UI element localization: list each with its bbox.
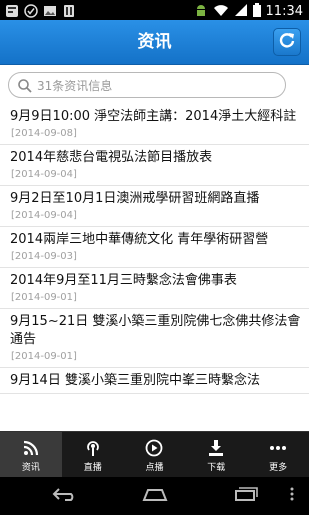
news-item[interactable]: 2014兩岸三地中華傳統文化 青年學術研習營 [2014-09-03] — [0, 227, 309, 268]
page-title: 资讯 — [137, 32, 172, 52]
news-date: [2014-09-03] — [11, 251, 77, 262]
tab-label: 点播 — [145, 463, 164, 473]
rss-icon — [21, 438, 41, 458]
news-date: [2014-09-01] — [11, 292, 77, 303]
back-button[interactable] — [48, 485, 82, 507]
tab-live[interactable]: 直播 — [62, 432, 124, 477]
news-item[interactable]: 9月9日10:00 淨空法師主講：2014淨土大經科註 [2014-09-08] — [0, 104, 309, 145]
gallery-icon — [43, 3, 57, 17]
refresh-button[interactable] — [273, 28, 301, 56]
news-title: 9月15~21日 雙溪小築三重別院佛七念佛共修法會通告 — [10, 314, 301, 347]
news-date: [2014-09-04] — [11, 169, 77, 180]
news-item[interactable]: 2014年慈悲台電視弘法節目播放表 [2014-09-04] — [0, 145, 309, 186]
tab-label: 更多 — [269, 463, 288, 473]
tab-news[interactable]: 资讯 — [0, 432, 62, 477]
tab-download[interactable]: 下载 — [185, 432, 247, 477]
wifi-icon — [213, 2, 229, 21]
news-item[interactable]: 9月15~21日 雙溪小築三重別院佛七念佛共修法會通告 [2014-09-01] — [0, 309, 309, 368]
home-button[interactable] — [138, 485, 172, 507]
status-bar-left — [5, 3, 76, 18]
tab-label: 下载 — [207, 463, 226, 473]
news-title: 2014年9月至11月三時繫念法會佛事表 — [10, 273, 237, 288]
search-input[interactable] — [37, 76, 277, 96]
check-circle-icon — [24, 3, 38, 18]
menu-button[interactable] — [282, 485, 302, 507]
news-date: [2014-09-01] — [11, 351, 77, 362]
android-icon — [194, 2, 208, 21]
news-title: 9月9日10:00 淨空法師主講：2014淨土大經科註 — [10, 109, 297, 124]
tab-label: 资讯 — [21, 463, 40, 473]
news-date: [2014-09-08] — [11, 128, 77, 139]
news-title: 2014年慈悲台電視弘法節目播放表 — [10, 150, 213, 165]
news-title: 9月14日 雙溪小築三重別院中峯三時繫念法 — [10, 373, 260, 388]
status-time: 11:34 — [265, 3, 303, 19]
search-bar — [0, 66, 309, 104]
signal-icon — [234, 2, 248, 21]
tab-more[interactable]: 更多 — [247, 432, 309, 477]
notification-icon — [5, 3, 19, 17]
tab-label: 直播 — [83, 463, 102, 473]
recents-button[interactable] — [228, 485, 262, 507]
news-list: 9月9日10:00 淨空法師主講：2014淨土大經科註 [2014-09-08] 2… — [0, 104, 309, 431]
news-item[interactable]: 2014年9月至11月三時繫念法會佛事表 [2014-09-01] — [0, 268, 309, 309]
broadcast-icon — [83, 438, 103, 458]
news-date: [2014-09-04] — [11, 210, 77, 221]
home-icon — [140, 486, 170, 506]
tab-on-demand[interactable]: 点播 — [124, 432, 186, 477]
play-icon — [144, 438, 164, 458]
status-bar-right: 11:34 — [194, 2, 303, 21]
recents-icon — [231, 486, 259, 506]
android-icon — [62, 3, 76, 17]
search-box[interactable] — [8, 72, 286, 98]
news-title: 9月2日至10月1日澳洲戒學研習班網路直播 — [10, 191, 260, 206]
app-header: 资讯 — [0, 20, 309, 65]
news-item[interactable]: 9月14日 雙溪小築三重別院中峯三時繫念法 — [0, 368, 309, 394]
more-icon — [268, 438, 288, 458]
battery-icon — [252, 2, 261, 21]
status-bar: 11:34 — [0, 0, 309, 20]
overflow-menu-icon — [289, 486, 295, 506]
news-title: 2014兩岸三地中華傳統文化 青年學術研習營 — [10, 232, 269, 247]
news-item[interactable]: 9月2日至10月1日澳洲戒學研習班網路直播 [2014-09-04] — [0, 186, 309, 227]
download-icon — [206, 438, 226, 458]
back-icon — [51, 486, 79, 506]
refresh-icon — [278, 31, 296, 53]
system-nav-bar — [0, 477, 309, 515]
search-icon — [17, 78, 33, 94]
bottom-tab-bar: 资讯 直播 点播 下载 更多 — [0, 431, 309, 477]
